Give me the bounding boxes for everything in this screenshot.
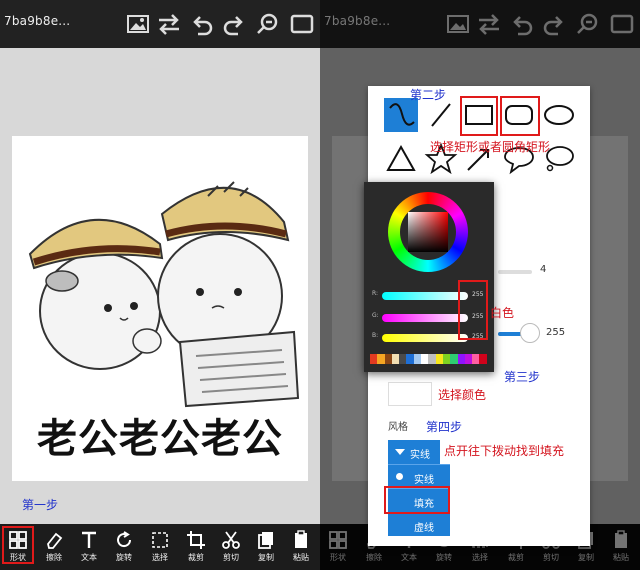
highlight-shapes-tool <box>2 526 34 564</box>
annotation-step2: 第二步 <box>410 88 447 102</box>
crop-icon <box>187 531 205 549</box>
file-title: 7ba9b8e... <box>4 14 71 28</box>
paste-icon <box>295 530 307 548</box>
line-icon <box>431 103 451 127</box>
annotation-step1: 第一步 <box>22 498 59 512</box>
style-label: 风格 <box>388 422 408 433</box>
palette-swatch[interactable] <box>406 354 414 364</box>
selected-dot-icon <box>396 473 403 480</box>
highlight-fill-option <box>384 486 450 514</box>
palette-swatch[interactable] <box>421 354 429 364</box>
annotation-white: 白色 <box>490 306 515 320</box>
text-icon <box>82 531 96 548</box>
palette-swatch[interactable] <box>428 354 436 364</box>
opacity-value: 255 <box>546 327 566 338</box>
annotation-select-color: 选择颜色 <box>438 388 487 402</box>
zoom-out-icon[interactable] <box>574 10 602 38</box>
eraser-icon <box>47 532 63 549</box>
triangle-icon <box>386 144 416 171</box>
zoom-out-icon[interactable] <box>254 10 282 38</box>
palette-swatch[interactable] <box>479 354 487 364</box>
file-title-dim: 7ba9b8e... <box>324 14 391 28</box>
fullscreen-icon[interactable] <box>288 10 316 38</box>
palette-swatch[interactable] <box>435 354 443 364</box>
swap-icon[interactable] <box>475 10 503 38</box>
hue-wheel[interactable] <box>388 192 468 272</box>
rotate-icon <box>117 531 132 548</box>
palette-swatch[interactable] <box>442 354 451 364</box>
palette-swatch[interactable] <box>384 354 392 364</box>
canvas-area[interactable]: 老公老公老公 <box>0 48 320 524</box>
palette-swatch[interactable] <box>391 354 400 364</box>
left-screenshot: 7ba9b8e... 老公老公老公 形状 擦除 文本 旋转 选择 裁剪 剪切 复… <box>0 0 320 570</box>
palette-swatch[interactable] <box>370 354 378 364</box>
swap-icon[interactable] <box>155 10 183 38</box>
shape-ellipse[interactable] <box>542 98 576 132</box>
opacity-slider-knob[interactable] <box>520 323 540 343</box>
highlight-rgb-values <box>458 280 488 340</box>
red-channel-slider[interactable] <box>382 292 468 300</box>
image-icon[interactable] <box>444 10 472 38</box>
green-channel-slider[interactable] <box>382 314 468 322</box>
tool-eraser[interactable]: 擦除 <box>36 524 72 570</box>
tool-text[interactable]: 文本 <box>71 524 107 570</box>
palette-swatch[interactable] <box>413 354 422 364</box>
tool-paste[interactable]: 粘贴 <box>283 524 319 570</box>
highlight-rounded-rectangle <box>500 96 540 136</box>
shape-triangle[interactable] <box>384 142 418 176</box>
tool-cut[interactable]: 剪切 <box>213 524 249 570</box>
color-picker-popup: R: 255 G: 255 B: 255 <box>364 182 494 372</box>
color-palette[interactable] <box>370 354 488 364</box>
stroke-width-value: 4 <box>540 264 547 275</box>
tool-select[interactable]: 选择 <box>142 524 178 570</box>
tool-copy[interactable]: 复制 <box>248 524 284 570</box>
tool-crop[interactable]: 裁剪 <box>178 524 214 570</box>
curve-icon <box>389 103 415 126</box>
saturation-square[interactable] <box>408 212 448 252</box>
annotation-step4-text: 点开往下拨动找到填充 <box>444 444 565 458</box>
top-toolbar-dim: 7ba9b8e... <box>320 0 640 48</box>
palette-swatch[interactable] <box>457 354 465 364</box>
undo-icon[interactable] <box>188 10 216 38</box>
image-icon[interactable] <box>124 10 152 38</box>
meme-image[interactable]: 老公老公老公 <box>12 136 308 481</box>
redo-icon[interactable] <box>220 10 248 38</box>
style-option-solid[interactable]: 实线 <box>388 464 450 488</box>
right-screenshot: 7ba9b8e... 形状 擦除 文本 旋转 选择 裁剪 剪切 复制 粘贴 <box>320 0 640 570</box>
palette-swatch[interactable] <box>399 354 407 364</box>
palette-swatch[interactable] <box>472 354 480 364</box>
blue-channel-slider[interactable] <box>382 334 468 342</box>
copy-icon <box>258 532 273 549</box>
style-option-dashed[interactable]: 虚线 <box>388 512 450 536</box>
fullscreen-icon[interactable] <box>608 10 636 38</box>
undo-icon[interactable] <box>508 10 536 38</box>
palette-swatch[interactable] <box>377 354 385 364</box>
annotation-step4: 第四步 <box>426 420 463 434</box>
top-toolbar: 7ba9b8e... <box>0 0 320 48</box>
select-icon <box>152 532 168 548</box>
highlight-rectangle <box>460 96 498 136</box>
redo-icon[interactable] <box>540 10 568 38</box>
shape-curve[interactable] <box>384 98 418 132</box>
stroke-width-slider[interactable] <box>498 270 532 274</box>
ellipse-icon <box>544 105 574 125</box>
color-swatch[interactable] <box>388 382 432 406</box>
annotation-step3: 第三步 <box>504 370 541 384</box>
shape-line[interactable] <box>424 98 458 132</box>
annotation-step2-text: 选择矩形或者圆角矩形 <box>430 140 551 154</box>
cut-icon <box>222 531 240 549</box>
meme-caption: 老公老公老公 <box>37 416 283 462</box>
tool-rotate[interactable]: 旋转 <box>106 524 142 570</box>
style-dropdown[interactable]: 实线 <box>388 440 440 464</box>
bottom-toolbar: 形状 擦除 文本 旋转 选择 裁剪 剪切 复制 粘贴 <box>0 524 320 570</box>
palette-swatch[interactable] <box>464 354 473 364</box>
palette-swatch[interactable] <box>450 354 458 364</box>
caret-down-icon <box>395 449 405 455</box>
